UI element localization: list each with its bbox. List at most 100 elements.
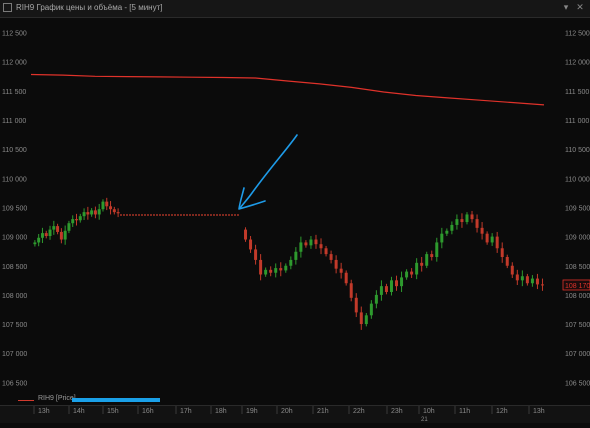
- y-tick-label-left: 106 500: [2, 380, 27, 387]
- history-scrollbar-fill[interactable]: [72, 398, 160, 402]
- history-scrollbar[interactable]: [72, 398, 160, 402]
- y-tick-label-left: 109 500: [2, 205, 27, 212]
- price-chart[interactable]: 106 500 106 500 107 000 107 000 107 500 107 5…: [0, 18, 590, 395]
- x-tick-label: 18h: [215, 408, 227, 415]
- candle-body: [289, 259, 293, 266]
- candle-body: [93, 210, 97, 215]
- candle-body: [269, 269, 273, 273]
- y-tick-label-left: 110 000: [2, 176, 27, 183]
- title-bar: RIH9 График цены и объёма - [5 минут] ▾ …: [0, 0, 590, 18]
- candle-body: [515, 274, 519, 281]
- candle-body: [364, 315, 368, 325]
- candle-body: [430, 254, 434, 258]
- candle-body: [354, 297, 358, 313]
- annotation-arrow-head: [238, 187, 266, 210]
- y-tick-label-right: 111 500: [565, 89, 589, 96]
- x-tick-label: 23h: [391, 408, 403, 415]
- candle-body: [395, 280, 399, 287]
- candle-body: [294, 251, 298, 260]
- candle-body: [90, 210, 94, 215]
- candle-body: [67, 223, 71, 231]
- series-label: RIH9 [Price]: [38, 395, 76, 402]
- x-tick-label: 21h: [317, 408, 329, 415]
- last-price-label: 108 170: [565, 283, 590, 290]
- y-tick-label-right: 111 000: [565, 118, 589, 125]
- candle-body: [48, 229, 52, 237]
- candle-body: [420, 262, 424, 266]
- candle-body: [415, 262, 419, 275]
- candle-body: [324, 248, 328, 255]
- dropdown-button[interactable]: ▾: [561, 2, 571, 13]
- x-tick-label: 19h: [246, 408, 258, 415]
- x-tick-label: 14h: [73, 408, 85, 415]
- candle-body: [400, 277, 404, 287]
- candle-body: [445, 230, 449, 234]
- candle-body: [299, 242, 303, 252]
- candle-body: [359, 312, 363, 325]
- x-tick-label: 16h: [142, 408, 154, 415]
- x-tick-label: 10h: [423, 408, 435, 415]
- candle-body: [109, 206, 113, 210]
- candle-body: [82, 212, 86, 217]
- candle-body: [40, 233, 44, 238]
- candle-body: [279, 268, 283, 271]
- candle-body: [369, 303, 373, 316]
- candle-body: [460, 219, 464, 223]
- y-tick-label-left: 112 000: [2, 60, 27, 67]
- y-tick-label-left: 109 000: [2, 235, 27, 242]
- candle-body: [71, 219, 75, 224]
- y-tick-label-right: 110 500: [565, 147, 590, 154]
- candle-body: [105, 201, 109, 207]
- candle-body: [450, 224, 454, 231]
- y-tick-label-left: 108 500: [2, 264, 27, 271]
- candle-body: [379, 286, 383, 295]
- y-tick-label-left: 112 500: [2, 31, 27, 38]
- close-button[interactable]: ✕: [575, 2, 585, 13]
- candle-body: [505, 257, 509, 266]
- y-tick-label-left: 108 000: [2, 293, 27, 300]
- candle-body: [112, 209, 116, 213]
- candle-body: [334, 259, 338, 269]
- y-tick-label-right: 107 500: [565, 322, 590, 329]
- candle-body: [374, 294, 378, 304]
- candle-body: [264, 269, 268, 275]
- candle-body: [56, 226, 60, 232]
- y-tick-label-right: 108 000: [565, 293, 590, 300]
- candle-body: [349, 283, 353, 298]
- candle-body: [329, 254, 333, 260]
- candle-body: [465, 214, 469, 223]
- candle-body: [500, 248, 504, 258]
- y-tick-label-right: 108 500: [565, 264, 590, 271]
- candle-body: [530, 278, 534, 284]
- candle-body: [274, 268, 278, 273]
- x-tick-label: 22h: [353, 408, 365, 415]
- series-line-swatch: [18, 400, 34, 401]
- candle-body: [116, 212, 120, 214]
- y-tick-label-right: 109 000: [565, 235, 590, 242]
- x-tick-label: 13h: [38, 408, 50, 415]
- candle-body: [455, 219, 459, 225]
- legend-bar: RIH9 [Price]: [0, 395, 590, 405]
- candle-body: [249, 239, 253, 250]
- candle-body: [86, 212, 90, 215]
- y-tick-label-right: 107 000: [565, 351, 590, 358]
- y-tick-label-left: 107 500: [2, 322, 27, 329]
- candle-body: [63, 230, 67, 240]
- candle-body: [435, 242, 439, 258]
- candle-body: [495, 236, 499, 249]
- candle-body: [525, 276, 529, 284]
- candle-body: [470, 214, 474, 220]
- candle-body: [78, 216, 82, 221]
- candle-body: [535, 278, 539, 285]
- candle-body: [410, 271, 414, 275]
- candle-body: [259, 259, 263, 275]
- y-tick-label-left: 107 000: [2, 351, 27, 358]
- y-tick-label-right: 112 500: [565, 31, 590, 38]
- candle-body: [480, 227, 484, 234]
- candle-body: [33, 242, 37, 245]
- y-tick-label-left: 111 500: [2, 89, 26, 96]
- candle-body: [254, 249, 258, 260]
- candle-body: [75, 219, 78, 221]
- y-tick-label-right: 112 000: [565, 60, 590, 67]
- candle-body: [101, 201, 105, 210]
